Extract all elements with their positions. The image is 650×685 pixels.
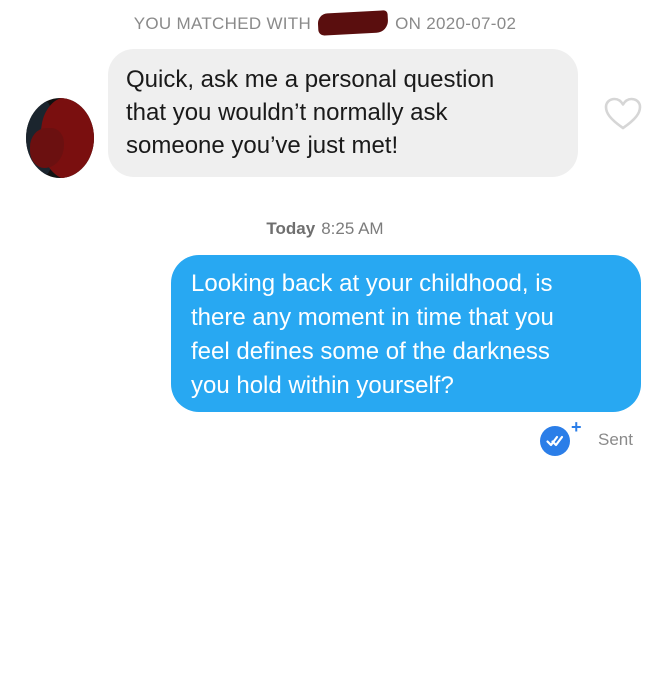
received-message-line: Quick, ask me a personal question	[126, 66, 495, 93]
sent-message-line: feel defines some of the darkness	[191, 338, 550, 365]
plus-icon: +	[571, 417, 582, 437]
match-avatar[interactable]	[26, 98, 94, 178]
heart-outline-icon[interactable]	[604, 97, 642, 131]
sent-message-line: you hold within yourself?	[191, 372, 454, 399]
received-message-line: someone you’ve just met!	[126, 132, 399, 159]
sent-message-bubble[interactable]: Looking back at your childhood, is there…	[171, 255, 641, 412]
timestamp-day: Today	[266, 219, 316, 238]
sent-message-line: there any moment in time that you	[191, 304, 554, 331]
sent-status: + Sent	[536, 418, 646, 458]
match-header-date: ON 2020-07-02	[395, 14, 517, 33]
message-timestamp: Today 8:25 AM	[0, 219, 650, 239]
sent-message-line: Looking back at your childhood, is	[191, 270, 553, 297]
match-header-prefix: YOU MATCHED WITH	[133, 14, 312, 33]
timestamp-time: 8:25 AM	[321, 219, 384, 238]
double-check-icon[interactable]	[540, 426, 570, 456]
received-message-line: that you wouldn’t normally ask	[126, 99, 448, 126]
match-header: YOU MATCHED WITH ON 2020-07-02	[0, 10, 650, 36]
sent-label: Sent	[598, 430, 633, 449]
redacted-name-scribble	[317, 10, 389, 36]
received-message-bubble[interactable]: Quick, ask me a personal question that y…	[108, 49, 578, 177]
chat-screen: YOU MATCHED WITH ON 2020-07-02 Quick, as…	[0, 0, 650, 685]
